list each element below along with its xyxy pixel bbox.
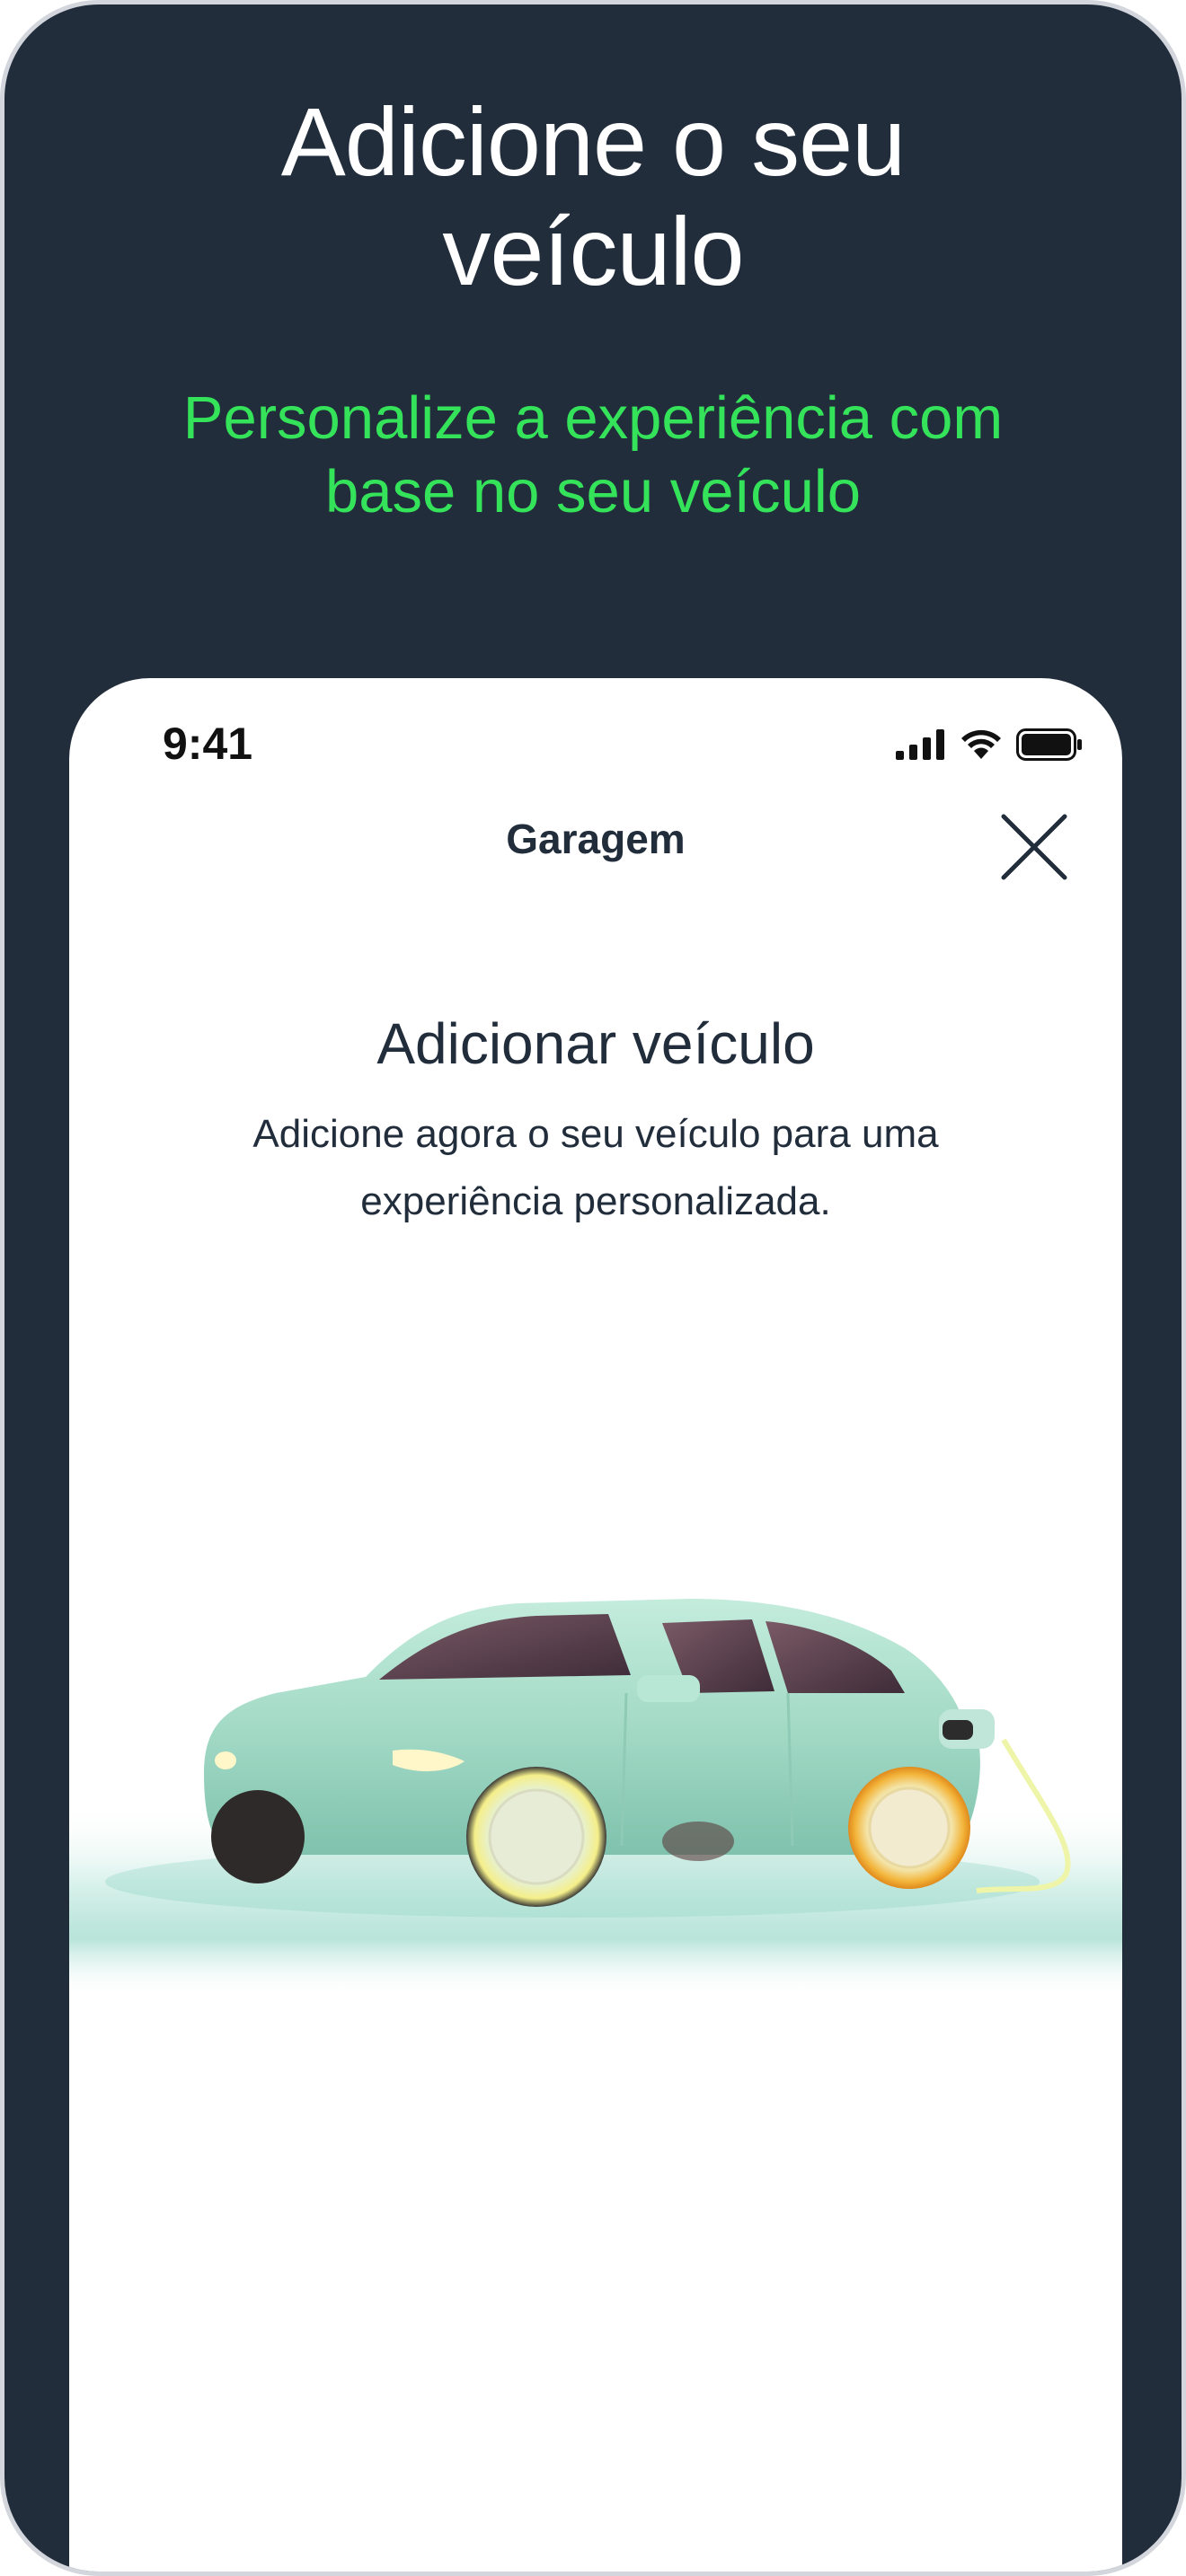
hero-subtitle-line1: Personalize a experiência com	[182, 384, 1004, 452]
content-description: Adicione agora o seu veículo para uma ex…	[177, 1100, 1014, 1235]
cellular-signal-icon	[896, 729, 944, 760]
hero-title-line1: Adicione o seu	[280, 87, 907, 196]
phone-screen: 9:41 Garagem Adicionar veículo Adicione …	[69, 678, 1122, 2572]
wifi-icon	[961, 729, 1001, 759]
hero-subtitle-line2: base no seu veículo	[325, 458, 861, 525]
content-description-line2: experiência personalizada.	[360, 1179, 831, 1223]
hero-subtitle: Personalize a experiência com base no se…	[130, 382, 1056, 529]
status-time: 9:41	[163, 719, 253, 769]
electric-car-image	[69, 1599, 1122, 1998]
nav-title: Garagem	[506, 816, 686, 862]
close-icon[interactable]	[1000, 813, 1068, 881]
hero-title: Adicione o seu veículo	[4, 87, 1182, 306]
car-illustration	[69, 1424, 1122, 1998]
content-title: Adicionar veículo	[376, 1011, 815, 1076]
battery-icon	[1016, 728, 1082, 761]
promo-frame: Adicione o seu veículo Personalize a exp…	[0, 0, 1186, 2576]
content-description-line1: Adicione agora o seu veículo para uma	[252, 1112, 939, 1156]
hero-title-line2: veículo	[442, 197, 744, 305]
status-icons	[896, 728, 1083, 761]
